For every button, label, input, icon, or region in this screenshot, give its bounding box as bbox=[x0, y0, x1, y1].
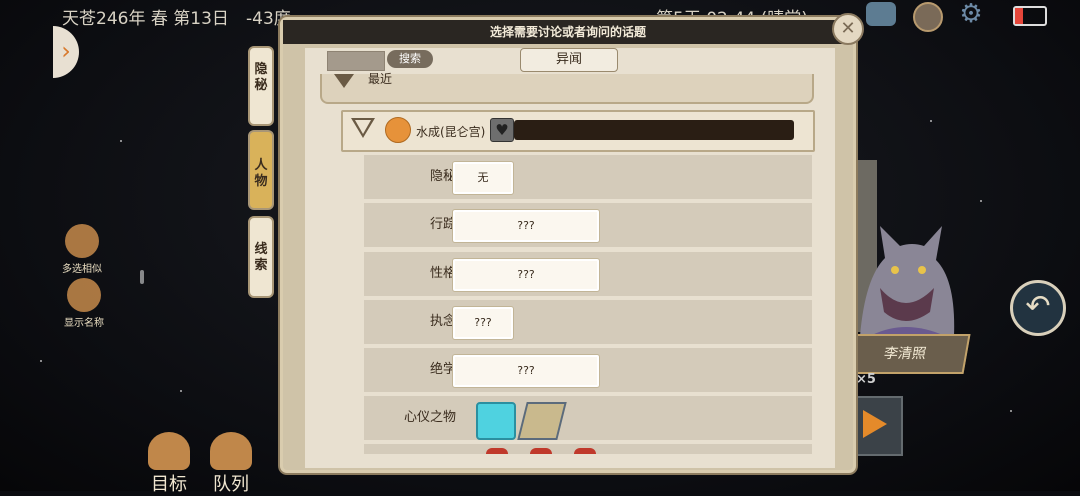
goal-icon bbox=[148, 432, 190, 470]
avatar bbox=[385, 117, 411, 143]
attribute-value[interactable]: ??? bbox=[452, 354, 600, 388]
attribute-row-skill: 绝学 ??? bbox=[364, 348, 812, 392]
recent-section[interactable]: 最近 bbox=[320, 72, 814, 104]
show-names-button[interactable]: 显示名称 bbox=[54, 278, 114, 329]
attribute-label: 执念 bbox=[429, 314, 456, 329]
attribute-label: 行踪 bbox=[429, 217, 456, 232]
team-button[interactable]: 队列 bbox=[210, 432, 252, 496]
list-overflow bbox=[364, 444, 812, 454]
attribute-row-personality: 性格 ??? bbox=[364, 252, 812, 296]
attribute-value[interactable]: ??? bbox=[452, 258, 600, 292]
gear-icon[interactable]: ⚙ bbox=[958, 1, 984, 27]
attribute-value[interactable]: 无 bbox=[452, 161, 514, 195]
game-date: 天苍246年 春 第13日 bbox=[62, 9, 229, 29]
tab-clues[interactable]: 线索 bbox=[248, 216, 274, 298]
palette-icon[interactable] bbox=[913, 2, 943, 32]
tab-secret-label: 隐秘 bbox=[254, 62, 268, 93]
attribute-label: 隐秘 bbox=[429, 169, 456, 184]
attribute-row-whereabouts: 行踪 ??? bbox=[364, 203, 812, 247]
team-label: 队列 bbox=[213, 474, 249, 495]
recent-label: 最近 bbox=[368, 72, 393, 86]
goal-label: 目标 bbox=[151, 474, 187, 495]
multi-select-icon bbox=[65, 224, 99, 258]
team-icon bbox=[210, 432, 252, 470]
character-name: 水成(昆仑宫) bbox=[416, 125, 486, 139]
tab-clues-label: 线索 bbox=[254, 242, 268, 273]
multi-select-label: 多选相似 bbox=[62, 264, 102, 275]
dialog-title: 选择需要讨论或者询问的话题 bbox=[283, 20, 853, 44]
attribute-row-secret: 隐秘 无 bbox=[364, 155, 812, 199]
category-selector[interactable]: 异闻 bbox=[520, 48, 618, 72]
attribute-label: 绝学 bbox=[429, 362, 456, 377]
map-icon[interactable] bbox=[866, 2, 896, 26]
search-input[interactable] bbox=[327, 51, 385, 71]
character-row[interactable]: 水成(昆仑宫) ♥ bbox=[341, 110, 815, 152]
affinity-bar bbox=[514, 120, 794, 140]
jade-item-icon[interactable] bbox=[476, 402, 516, 440]
tab-secret[interactable]: 隐秘 bbox=[248, 46, 274, 126]
multi-select-button[interactable]: 多选相似 bbox=[52, 224, 112, 275]
close-icon[interactable]: ✕ bbox=[832, 13, 864, 45]
tab-people-label: 人物 bbox=[254, 158, 268, 189]
collapse-triangle-icon[interactable] bbox=[351, 118, 375, 138]
battery-icon bbox=[1013, 6, 1047, 26]
attribute-value[interactable]: ??? bbox=[452, 306, 514, 340]
goal-button[interactable]: 目标 bbox=[148, 432, 190, 496]
attribute-row-obsession: 执念 ??? bbox=[364, 300, 812, 344]
eye-icon bbox=[67, 278, 101, 312]
attribute-label: 性格 bbox=[429, 266, 456, 281]
attribute-label: 心仪之物 bbox=[403, 410, 456, 425]
attribute-row-favorite-item: 心仪之物 bbox=[364, 396, 812, 440]
attribute-value[interactable]: ??? bbox=[452, 209, 600, 243]
recent-collapse-icon bbox=[334, 74, 354, 88]
scroll-item-icon[interactable] bbox=[517, 402, 567, 440]
tab-people[interactable]: 人物 bbox=[248, 130, 274, 210]
undo-icon[interactable]: ↶ bbox=[1010, 280, 1066, 336]
heart-icon: ♥ bbox=[490, 118, 514, 142]
speed-multiplier: ×5 bbox=[856, 372, 876, 387]
werewolf-portrait bbox=[860, 226, 955, 336]
show-names-label: 显示名称 bbox=[64, 318, 104, 329]
search-button[interactable]: 搜索 bbox=[387, 50, 433, 68]
play-button[interactable] bbox=[853, 396, 903, 456]
character-name-plate: 李清照 bbox=[839, 334, 971, 374]
